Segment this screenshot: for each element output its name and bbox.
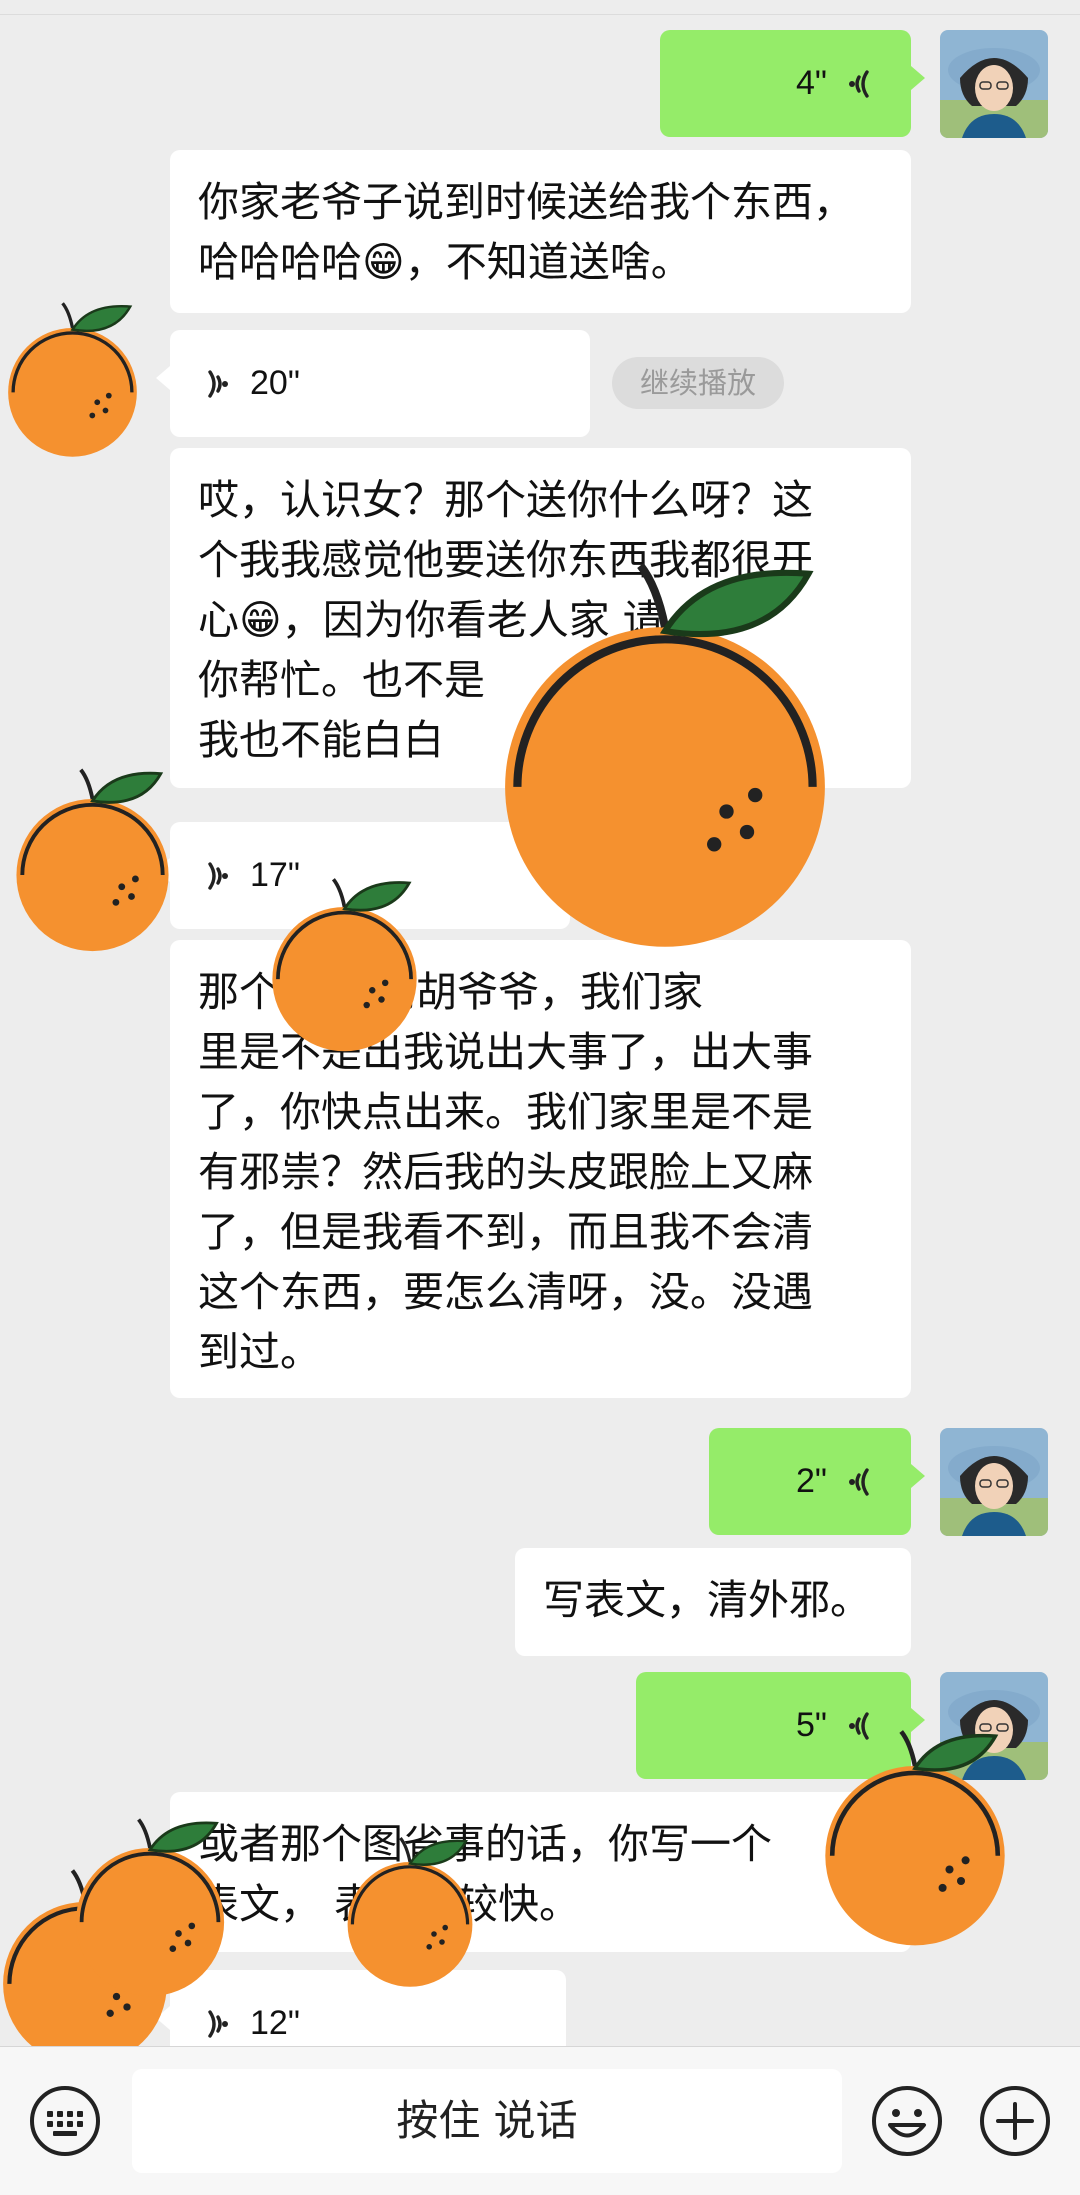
- input-bar: 按住 说话: [0, 2046, 1080, 2195]
- voice-duration: 12": [250, 2004, 300, 2042]
- voice-duration: 2": [796, 1462, 827, 1500]
- message-line: 有邪祟？然后我的头皮跟脸上又麻: [198, 1148, 813, 1196]
- top-divider: [0, 14, 1080, 15]
- voice-duration: 4": [796, 64, 827, 102]
- message-line: 表文， 表文比较快。: [198, 1880, 581, 1928]
- voice-wave-icon: [845, 1706, 881, 1746]
- text-message[interactable]: 哎，认识女？那个送你什么呀？这 个我我感觉他要送你东西我都很开 心😁，因为你看老…: [170, 448, 911, 788]
- user-avatar[interactable]: [940, 1428, 1048, 1536]
- user-avatar[interactable]: [940, 1672, 1048, 1780]
- continue-play-button[interactable]: 继续播放: [612, 357, 784, 409]
- voice-wave-icon: [845, 64, 881, 104]
- message-line: 个我我感觉他要送你东西我都很开: [198, 536, 813, 584]
- voice-duration: 17": [250, 856, 300, 894]
- message-line: 那个 我一问胡爷爷，我们家: [198, 968, 704, 1016]
- message-line: 了，但是我看不到，而且我不会清: [198, 1208, 813, 1256]
- user-avatar[interactable]: [940, 30, 1048, 138]
- message-line: 这个东西，要怎么清呀，没。没遇: [198, 1268, 813, 1316]
- message-line: 或者那个图省事的话，你写一个: [198, 1820, 772, 1868]
- hold-to-talk-button[interactable]: 按住 说话: [132, 2069, 842, 2173]
- voice-message[interactable]: 2": [709, 1428, 925, 1535]
- voice-duration: 20": [250, 364, 300, 402]
- plus-icon[interactable]: [978, 2084, 1052, 2158]
- voice-wave-icon: [196, 856, 232, 896]
- voice-message[interactable]: 5": [636, 1672, 925, 1779]
- text-message[interactable]: 或者那个图省事的话，你写一个 表文， 表文比较快。: [170, 1792, 911, 1952]
- message-line: 哈哈哈哈😁，不知道送啥。: [198, 238, 692, 286]
- voice-message[interactable]: 4": [660, 30, 925, 137]
- voice-wave-icon: [845, 1462, 881, 1502]
- voice-message[interactable]: 20": [156, 330, 590, 437]
- text-message[interactable]: 你家老爷子说到时候送给我个东西， 哈哈哈哈😁，不知道送啥。: [170, 150, 911, 313]
- voice-wave-icon: [196, 2004, 232, 2044]
- message-line: 里是不是出我说出大事了，出大事: [198, 1028, 813, 1076]
- message-line: 你家老爷子说到时候送给我个东西，: [198, 178, 854, 226]
- message-line: 哎，认识女？那个送你什么呀？这: [198, 476, 813, 524]
- message-line: 你帮忙。也不是: [198, 656, 485, 704]
- orange-sticker-icon: [0, 1860, 190, 2070]
- message-line: 心😁，因为你看老人家 请: [198, 596, 664, 644]
- text-message[interactable]: 写表文，清外邪。: [515, 1548, 911, 1656]
- voice-wave-icon: [196, 364, 232, 404]
- message-line: 写表文，清外邪。: [543, 1576, 871, 1624]
- voice-duration: 5": [796, 1706, 827, 1744]
- message-line: 了，你快点出来。我们家里是不是: [198, 1088, 813, 1136]
- keyboard-icon[interactable]: [28, 2084, 102, 2158]
- voice-message[interactable]: 17": [156, 822, 570, 929]
- message-line: 我也不能白白: [198, 716, 444, 764]
- orange-sticker-icon: [0, 295, 155, 460]
- message-line: 到过。: [198, 1328, 321, 1376]
- emoji-icon[interactable]: [870, 2084, 944, 2158]
- text-message[interactable]: 那个 我一问胡爷爷，我们家 里是不是出我说出大事了，出大事 了，你快点出来。我们…: [170, 940, 911, 1398]
